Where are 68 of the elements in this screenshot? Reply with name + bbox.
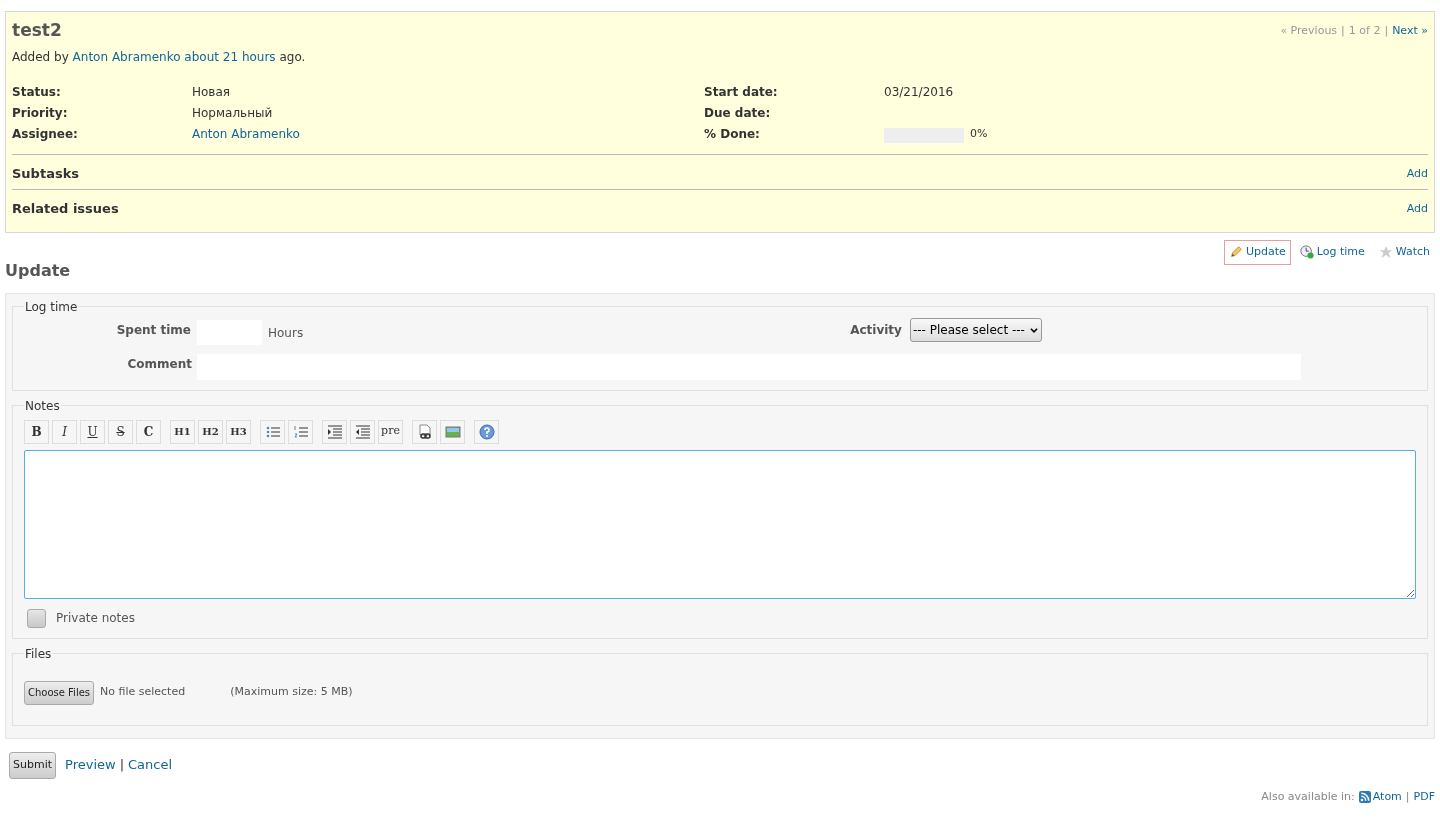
max-size-note: (Maximum size: 5 MB) [230,684,353,701]
link-icon [416,423,433,440]
indent-icon [326,423,343,440]
toolbar-button[interactable]: I [52,419,77,444]
choose-files-button[interactable]: Choose Files [24,680,95,705]
field-value: Нормальный [192,105,273,122]
separator: | [119,756,125,775]
author-link[interactable]: Anton Abramenko [72,50,181,64]
field-value: 03/21/2016 [884,84,954,101]
next-link[interactable]: Next » [1392,23,1428,40]
issue-title: test2 [12,20,62,40]
submit-button[interactable]: Submit [9,751,57,779]
field-label: Start date: [704,84,779,101]
field-label: Status: [12,84,62,101]
pencil-icon [1228,245,1243,260]
assignee-link[interactable]: Anton Abramenko [192,125,300,143]
fieldset-legend: Log time [24,297,79,316]
format-link[interactable]: Atom [1358,788,1402,805]
separator: | [1341,23,1345,39]
add-link[interactable]: Add [1406,200,1428,218]
action-link[interactable]: Update [1223,240,1291,265]
toolbar-button[interactable]: S [108,419,133,444]
age-link[interactable]: about 21 hours [184,50,276,64]
checkbox-label: Private notes [56,610,135,627]
fieldset-legend: Files [24,644,53,663]
separator: | [1405,788,1410,805]
field-label: Assignee: [12,126,79,143]
clock-icon [1299,245,1314,260]
toolbar-button[interactable]: H3 [226,419,251,444]
footer-label: Also available in: [1261,788,1355,805]
section-heading: Update [5,259,72,282]
field-label: % Done: [704,126,761,143]
field-label: Spent time [115,321,192,339]
toolbar-button[interactable] [412,419,437,444]
author-line: Added by Anton Abramenko about 21 hours ago. [12,49,307,66]
page-position: 1 of 2 [1348,23,1381,39]
format-link[interactable]: PDF [1413,788,1435,805]
feed-icon [1358,790,1371,803]
toolbar-button[interactable]: U [80,419,105,444]
help-icon [478,423,495,440]
toolbar-button[interactable]: H2 [198,419,223,444]
field-label: Priority: [12,105,69,122]
fieldset-legend: Notes [24,396,61,415]
section-title: Related issues [12,200,119,218]
toolbar-button[interactable]: H1 [170,419,195,444]
separator: | [1384,23,1389,39]
outdent-icon [354,423,371,440]
toolbar-button[interactable]: C [136,419,161,444]
private-notes-checkbox[interactable] [27,608,46,628]
percent-text: 0% [970,126,988,142]
add-link[interactable]: Add [1406,165,1428,183]
cancel-link[interactable]: Cancel [128,755,173,775]
toolbar-button[interactable]: pre [378,419,403,444]
field-label: Due date: [704,105,772,122]
action-link[interactable]: Watch [1373,240,1435,265]
numbered-list-icon [292,423,309,440]
file-status-text: No file selected [100,684,186,701]
unit-label: Hours [268,324,304,342]
action-link[interactable]: Log time [1294,240,1370,265]
activity-dropdown[interactable]: --- Please select --- [909,317,1042,342]
star-icon [1378,245,1393,260]
toolbar-button[interactable]: B [24,419,49,444]
field-label: Comment [126,355,193,373]
field-label: Activity [850,321,903,339]
field-value: Новая [192,84,230,101]
preview-link[interactable]: Preview [65,755,116,775]
section-title: Subtasks [12,165,80,183]
image-icon [444,423,461,440]
